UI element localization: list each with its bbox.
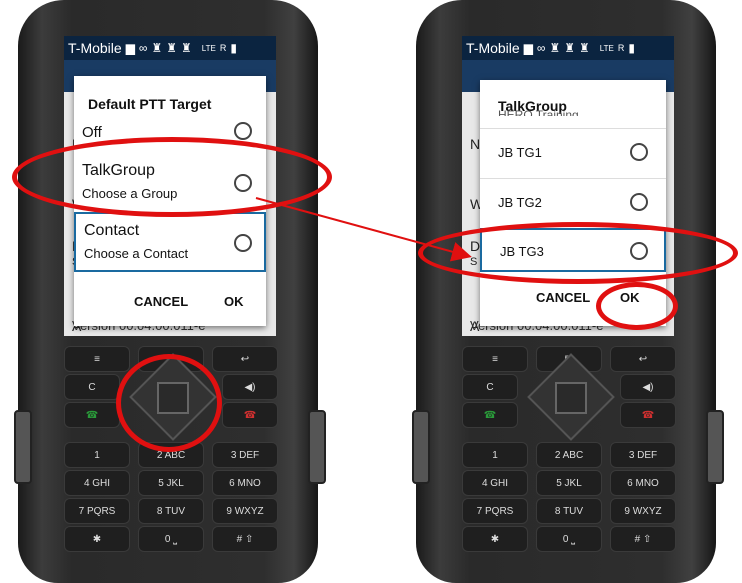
annotation-arrow [255, 197, 472, 262]
